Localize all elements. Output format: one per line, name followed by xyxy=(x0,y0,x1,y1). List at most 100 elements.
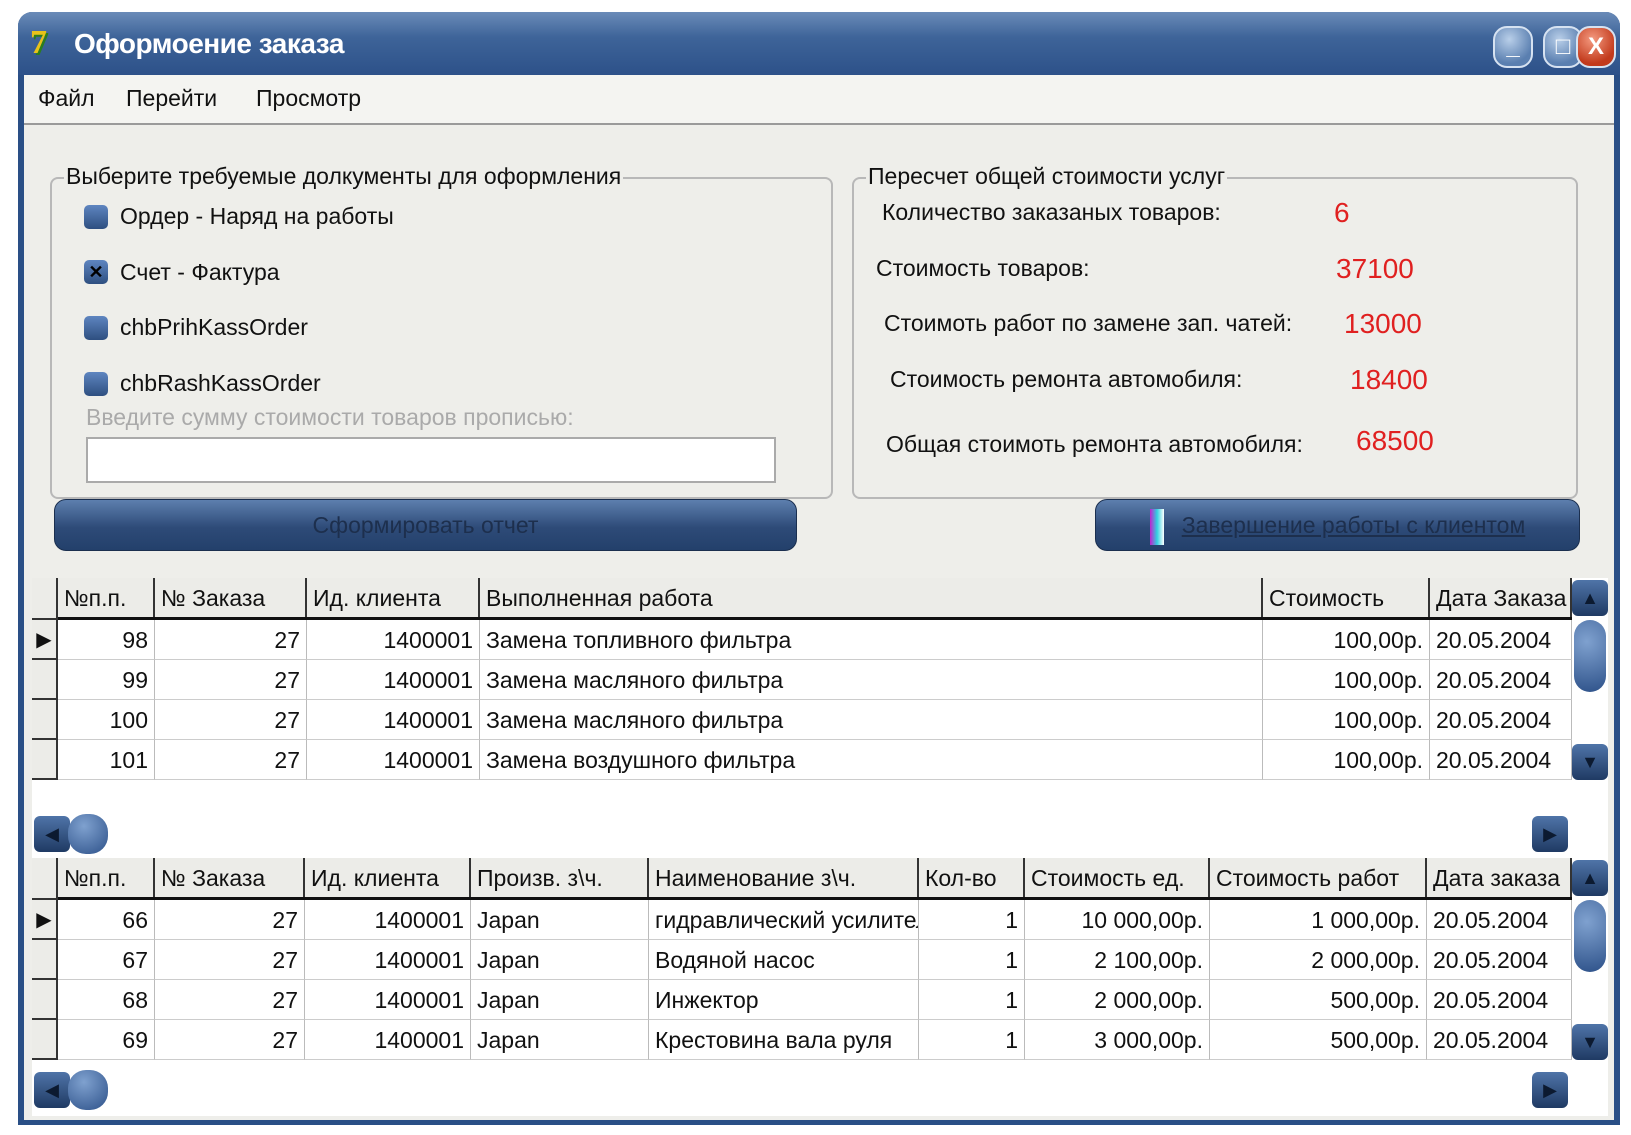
column-header[interactable]: Стоимость ед. xyxy=(1025,858,1210,897)
vertical-scroll-thumb[interactable] xyxy=(1574,620,1606,692)
table-cell[interactable]: 67 xyxy=(58,940,155,980)
row-indicator[interactable] xyxy=(32,740,58,780)
table-cell[interactable]: 69 xyxy=(58,1020,155,1060)
table-cell[interactable]: 20.05.2004 xyxy=(1427,900,1572,940)
table-cell[interactable]: 100,00р. xyxy=(1263,740,1430,780)
table-cell[interactable]: 20.05.2004 xyxy=(1427,940,1572,980)
table-cell[interactable]: Japan xyxy=(471,1020,649,1060)
table-cell[interactable]: 2 000,00р. xyxy=(1025,980,1210,1020)
column-header[interactable]: №п.п. xyxy=(58,578,155,617)
table-cell[interactable]: 1400001 xyxy=(305,940,471,980)
table-cell[interactable]: 100,00р. xyxy=(1263,620,1430,660)
table-cell[interactable]: 10 000,00р. xyxy=(1025,900,1210,940)
table-cell[interactable]: 100 xyxy=(58,700,155,740)
menu-file[interactable]: Файл xyxy=(38,85,95,112)
table-cell[interactable]: Инжектор xyxy=(649,980,919,1020)
table-cell[interactable]: 2 000,00р. xyxy=(1210,940,1427,980)
table-cell[interactable]: Japan xyxy=(471,980,649,1020)
table-row[interactable]: 101 27 1400001 Замена воздушного фильтра 100… xyxy=(32,740,1572,780)
scroll-left-button[interactable]: ◀ xyxy=(34,1072,70,1108)
checkbox-order[interactable] xyxy=(84,205,108,229)
table-cell[interactable]: Japan xyxy=(471,940,649,980)
table-cell[interactable]: 2 100,00р. xyxy=(1025,940,1210,980)
table-cell[interactable]: 1400001 xyxy=(305,900,471,940)
table-cell[interactable]: 27 xyxy=(155,620,307,660)
table-cell[interactable]: 1 xyxy=(919,980,1025,1020)
close-button[interactable]: X xyxy=(1576,26,1616,68)
table-cell[interactable]: 100,00р. xyxy=(1263,660,1430,700)
column-header[interactable]: Ид. клиента xyxy=(305,858,471,897)
scroll-up-button[interactable]: ▲ xyxy=(1572,860,1608,896)
table-cell[interactable]: 27 xyxy=(155,940,305,980)
scroll-left-button[interactable]: ◀ xyxy=(34,816,70,852)
vertical-scroll-thumb[interactable] xyxy=(1574,900,1606,972)
column-header[interactable]: Ид. клиента xyxy=(307,578,480,617)
column-header[interactable]: №п.п. xyxy=(58,858,155,897)
table-cell[interactable]: 101 xyxy=(58,740,155,780)
checkbox-rash-kass-order[interactable] xyxy=(84,372,108,396)
row-indicator[interactable] xyxy=(32,980,58,1020)
row-indicator[interactable] xyxy=(32,700,58,740)
column-header[interactable]: № Заказа xyxy=(155,578,307,617)
column-header[interactable]: Произв. з\ч. xyxy=(471,858,649,897)
table-cell[interactable]: Замена масляного фильтра xyxy=(480,700,1263,740)
table-cell[interactable]: 66 xyxy=(58,900,155,940)
checkbox-invoice[interactable]: ✕ xyxy=(84,260,108,284)
amount-in-words-input[interactable] xyxy=(86,437,776,483)
table-cell[interactable]: 27 xyxy=(155,1020,305,1060)
table-cell[interactable]: 20.05.2004 xyxy=(1427,980,1572,1020)
table-cell[interactable]: 1 000,00р. xyxy=(1210,900,1427,940)
table-row[interactable]: 100 27 1400001 Замена масляного фильтра 100,… xyxy=(32,700,1572,740)
current-row-indicator-icon[interactable]: ▶ xyxy=(32,620,58,660)
table-cell[interactable]: 1 xyxy=(919,1020,1025,1060)
table-row[interactable]: 99 27 1400001 Замена масляного фильтра 100,0… xyxy=(32,660,1572,700)
minimize-button[interactable]: _ xyxy=(1493,26,1533,68)
title-bar[interactable]: 7 Оформоение заказа _ □ X xyxy=(18,12,1620,75)
table-cell[interactable]: 99 xyxy=(58,660,155,700)
column-header[interactable]: Выполненная работа xyxy=(480,578,1263,617)
checkbox-prih-kass-order[interactable] xyxy=(84,316,108,340)
table-cell[interactable]: 27 xyxy=(155,740,307,780)
table-cell[interactable]: 27 xyxy=(155,660,307,700)
scroll-down-button[interactable]: ▼ xyxy=(1572,744,1608,780)
column-header[interactable]: № Заказа xyxy=(155,858,305,897)
table-cell[interactable]: Крестовина вала руля xyxy=(649,1020,919,1060)
table-cell[interactable]: 1400001 xyxy=(307,700,480,740)
column-header[interactable]: Стоимость работ xyxy=(1210,858,1427,897)
scroll-right-button[interactable]: ▶ xyxy=(1532,1072,1568,1108)
table-cell[interactable]: 20.05.2004 xyxy=(1430,620,1572,660)
table-row[interactable]: ▶ 98 27 1400001 Замена топливного фильтра 100… xyxy=(32,620,1572,660)
column-header[interactable]: Дата заказа xyxy=(1427,858,1572,897)
table-cell[interactable]: 3 000,00р. xyxy=(1025,1020,1210,1060)
scroll-up-button[interactable]: ▲ xyxy=(1572,580,1608,616)
table-cell[interactable]: 20.05.2004 xyxy=(1427,1020,1572,1060)
table-cell[interactable]: 20.05.2004 xyxy=(1430,700,1572,740)
table-cell[interactable]: 27 xyxy=(155,900,305,940)
table-cell[interactable]: Замена масляного фильтра xyxy=(480,660,1263,700)
table-cell[interactable]: Водяной насос xyxy=(649,940,919,980)
menu-go[interactable]: Перейти xyxy=(126,85,217,112)
table-row[interactable]: 69 27 1400001 Japan Крестовина вала руля 1 3 0… xyxy=(32,1020,1572,1060)
horizontal-scroll-thumb[interactable] xyxy=(68,814,108,854)
table-cell[interactable]: 1400001 xyxy=(307,740,480,780)
table-cell[interactable]: 27 xyxy=(155,700,307,740)
generate-report-button[interactable]: Сформировать отчет xyxy=(54,499,797,551)
table-cell[interactable]: 1400001 xyxy=(305,980,471,1020)
table-cell[interactable]: 27 xyxy=(155,980,305,1020)
table-cell[interactable]: Замена воздушного фильтра xyxy=(480,740,1263,780)
table-row[interactable]: 68 27 1400001 Japan Инжектор 1 2 000,00р. 500,0… xyxy=(32,980,1572,1020)
table-cell[interactable]: 1400001 xyxy=(307,620,480,660)
table-cell[interactable]: 98 xyxy=(58,620,155,660)
finish-client-button[interactable]: Завершение работы с клиентом xyxy=(1095,499,1580,551)
menu-view[interactable]: Просмотр xyxy=(256,85,361,112)
table-row[interactable]: 67 27 1400001 Japan Водяной насос 1 2 100,00р.… xyxy=(32,940,1572,980)
horizontal-scroll-thumb[interactable] xyxy=(68,1070,108,1110)
table-cell[interactable]: 68 xyxy=(58,980,155,1020)
table-cell[interactable]: 20.05.2004 xyxy=(1430,660,1572,700)
table-cell[interactable]: 100,00р. xyxy=(1263,700,1430,740)
column-header[interactable]: Стоимость xyxy=(1263,578,1430,617)
row-indicator[interactable] xyxy=(32,940,58,980)
column-header[interactable]: Дата Заказа xyxy=(1430,578,1572,617)
table-cell[interactable]: 20.05.2004 xyxy=(1430,740,1572,780)
scroll-down-button[interactable]: ▼ xyxy=(1572,1024,1608,1060)
